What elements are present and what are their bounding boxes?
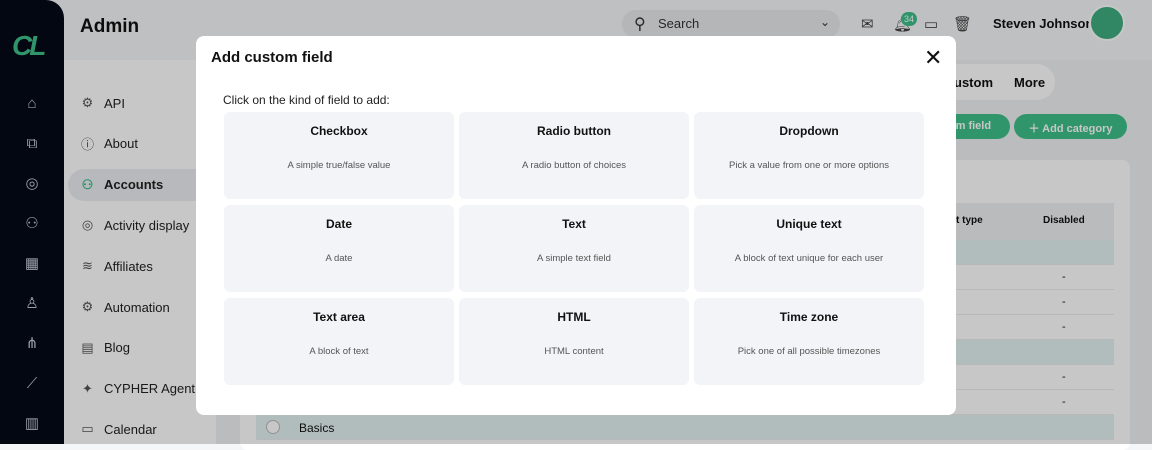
field-type-description: A date bbox=[325, 253, 353, 264]
field-type-text-area[interactable]: Text area A block of text bbox=[224, 298, 454, 385]
field-type-title: HTML bbox=[557, 310, 591, 324]
field-type-title: Checkbox bbox=[310, 124, 368, 138]
field-type-title: Text bbox=[562, 217, 586, 231]
field-type-text[interactable]: Text A simple text field bbox=[459, 205, 689, 292]
field-type-description: A block of text unique for each user bbox=[734, 253, 884, 264]
field-type-description: Pick a value from one or more options bbox=[729, 160, 889, 171]
modal-title: Add custom field bbox=[211, 49, 333, 66]
field-type-radio-button[interactable]: Radio button A radio button of choices bbox=[459, 112, 689, 199]
field-type-description: HTML content bbox=[544, 346, 604, 357]
field-type-title: Text area bbox=[313, 310, 365, 324]
field-type-title: Unique text bbox=[776, 217, 842, 231]
field-type-html[interactable]: HTML HTML content bbox=[459, 298, 689, 385]
field-type-checkbox[interactable]: Checkbox A simple true/false value bbox=[224, 112, 454, 199]
close-icon[interactable]: ✕ bbox=[924, 45, 942, 71]
field-type-title: Time zone bbox=[779, 310, 839, 324]
field-type-time-zone[interactable]: Time zone Pick one of all possible timezo… bbox=[694, 298, 924, 385]
add-custom-field-modal: Add custom field ✕ Click on the kind of … bbox=[196, 36, 956, 415]
field-type-date[interactable]: Date A date bbox=[224, 205, 454, 292]
field-type-description: A block of text bbox=[309, 346, 369, 357]
field-type-dropdown[interactable]: Dropdown Pick a value from one or more op… bbox=[694, 112, 924, 199]
field-type-description: Pick one of all possible timezones bbox=[737, 346, 881, 357]
field-type-title: Date bbox=[325, 217, 352, 231]
field-type-description: A radio button of choices bbox=[521, 160, 627, 171]
modal-prompt: Click on the kind of field to add: bbox=[223, 93, 390, 107]
field-type-description: A simple text field bbox=[537, 253, 611, 264]
field-type-unique-text[interactable]: Unique text A block of text unique for ea… bbox=[694, 205, 924, 292]
field-type-description: A simple true/false value bbox=[287, 160, 391, 171]
field-type-title: Radio button bbox=[537, 124, 611, 138]
field-type-title: Dropdown bbox=[779, 124, 839, 138]
